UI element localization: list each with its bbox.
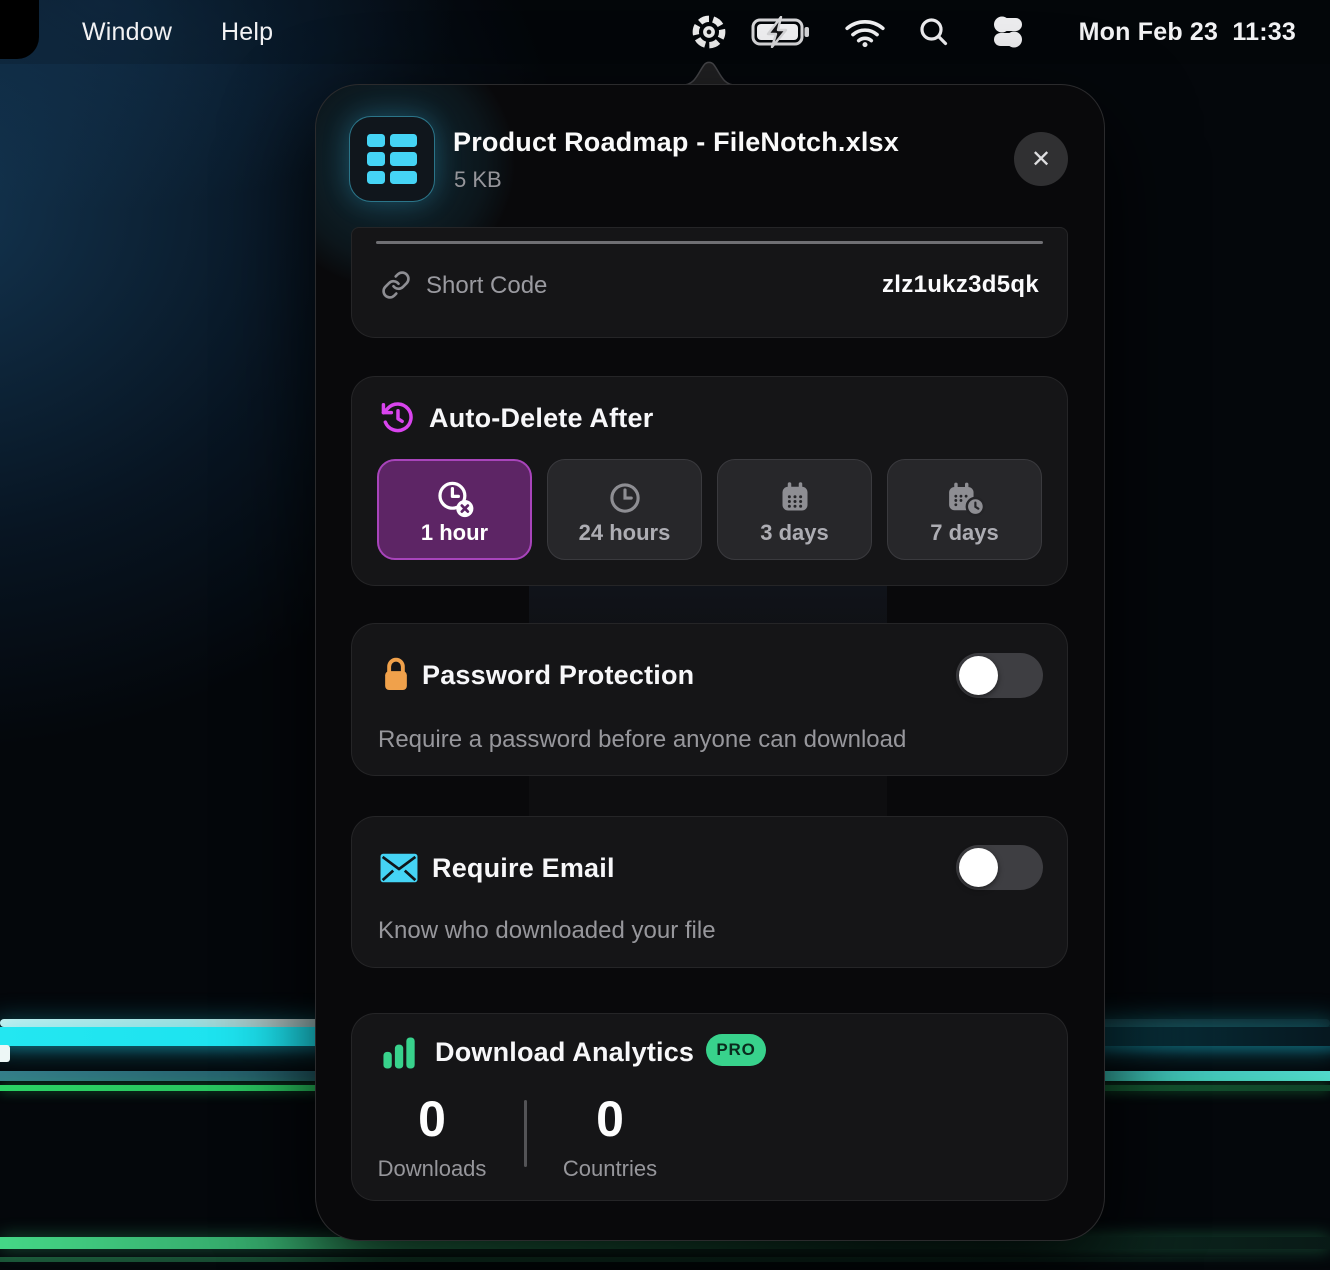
app-dial-icon[interactable] bbox=[688, 0, 730, 64]
downloads-count: 0 bbox=[372, 1094, 492, 1144]
password-toggle[interactable] bbox=[956, 653, 1043, 698]
option-24-hours[interactable]: 24 hours bbox=[547, 459, 702, 560]
control-center-icon[interactable] bbox=[990, 0, 1026, 64]
file-size: 5 KB bbox=[454, 167, 502, 193]
wallpaper-light-chip bbox=[0, 1045, 10, 1062]
close-button[interactable]: ✕ bbox=[1014, 132, 1068, 186]
option-1-hour[interactable]: 1 hour bbox=[377, 459, 532, 560]
toggle-knob bbox=[959, 848, 998, 887]
search-icon[interactable] bbox=[915, 0, 953, 64]
email-toggle[interactable] bbox=[956, 845, 1043, 890]
file-spreadsheet-icon bbox=[349, 116, 435, 202]
require-email-card: Require Email Know who downloaded your f… bbox=[351, 816, 1068, 968]
desktop: Window Help bbox=[0, 0, 1330, 1270]
popover-arrow-icon bbox=[683, 57, 735, 85]
menu-window[interactable]: Window bbox=[82, 0, 172, 64]
menu-help[interactable]: Help bbox=[221, 0, 273, 64]
countries-stat: 0 Countries bbox=[548, 1094, 672, 1182]
password-protection-card: Password Protection Require a password b… bbox=[351, 623, 1068, 776]
option-label: 3 days bbox=[760, 520, 829, 546]
downloads-stat: 0 Downloads bbox=[372, 1094, 492, 1182]
pro-badge: PRO bbox=[706, 1034, 766, 1066]
calendar-clock-icon bbox=[943, 477, 987, 519]
filenotch-popup: Product Roadmap - FileNotch.xlsx 5 KB ✕ … bbox=[315, 84, 1105, 1241]
option-3-days[interactable]: 3 days bbox=[717, 459, 872, 560]
history-icon bbox=[379, 399, 417, 437]
short-code-row[interactable]: Short Code zlz1ukz3d5qk bbox=[352, 264, 1067, 314]
envelope-icon bbox=[380, 853, 418, 883]
option-label: 7 days bbox=[930, 520, 999, 546]
link-icon bbox=[381, 270, 411, 300]
close-icon: ✕ bbox=[1031, 145, 1051, 174]
email-title: Require Email bbox=[432, 853, 615, 884]
divider bbox=[376, 241, 1043, 244]
file-title: Product Roadmap - FileNotch.xlsx bbox=[453, 127, 899, 158]
battery-charging-icon[interactable] bbox=[750, 0, 812, 64]
clock-x-icon bbox=[433, 478, 477, 520]
option-label: 24 hours bbox=[579, 520, 671, 546]
toggle-knob bbox=[959, 656, 998, 695]
countries-count: 0 bbox=[548, 1094, 672, 1144]
password-description: Require a password before anyone can dow… bbox=[378, 726, 906, 754]
option-label: 1 hour bbox=[421, 520, 488, 546]
short-code-value: zlz1ukz3d5qk bbox=[882, 271, 1039, 299]
lock-icon bbox=[380, 654, 412, 694]
clock-icon bbox=[605, 477, 645, 519]
stats-divider bbox=[524, 1100, 527, 1167]
email-description: Know who downloaded your file bbox=[378, 917, 716, 945]
menu-bar-clock[interactable]: Mon Feb 23 11:33 bbox=[1079, 0, 1296, 64]
password-title: Password Protection bbox=[422, 660, 694, 691]
auto-delete-card: Auto-Delete After 1 hour bbox=[351, 376, 1068, 586]
screen-corner bbox=[0, 0, 39, 59]
analytics-title: Download Analytics bbox=[435, 1037, 694, 1068]
auto-delete-title: Auto-Delete After bbox=[429, 403, 653, 434]
menu-bar: Window Help bbox=[0, 0, 1330, 64]
option-7-days[interactable]: 7 days bbox=[887, 459, 1042, 560]
short-code-card: Short Code zlz1ukz3d5qk bbox=[351, 227, 1068, 338]
bar-chart-icon bbox=[379, 1033, 419, 1073]
downloads-label: Downloads bbox=[372, 1156, 492, 1182]
calendar-icon bbox=[775, 477, 815, 519]
short-code-label: Short Code bbox=[426, 272, 547, 300]
wallpaper-stripe bbox=[0, 1257, 1330, 1262]
download-analytics-card: Download Analytics PRO 0 Downloads 0 Cou… bbox=[351, 1013, 1068, 1201]
countries-label: Countries bbox=[548, 1156, 672, 1182]
wifi-icon[interactable] bbox=[842, 0, 888, 64]
